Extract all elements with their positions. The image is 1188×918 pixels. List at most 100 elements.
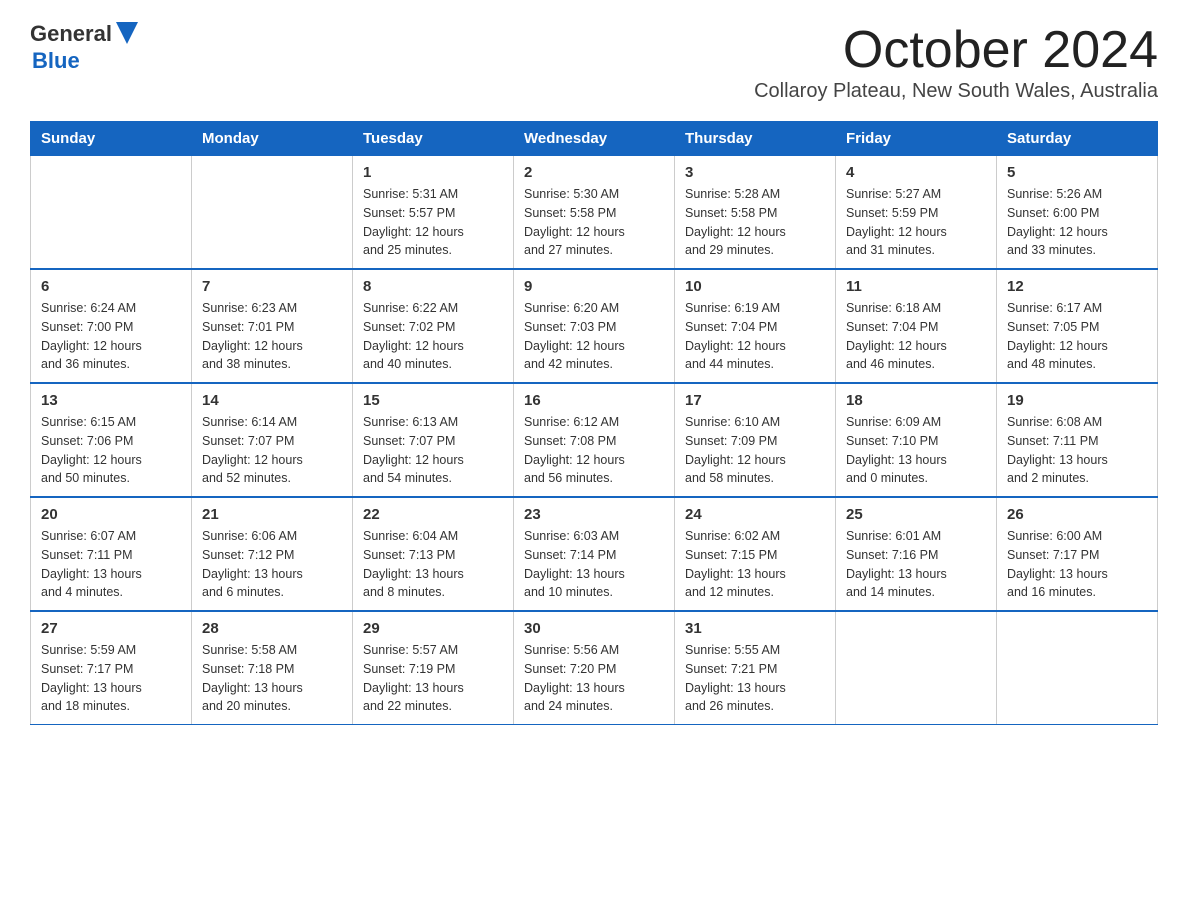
day-number: 28 [202, 620, 342, 637]
day-info: Sunrise: 6:24 AM Sunset: 7:00 PM Dayligh… [41, 299, 181, 374]
day-number: 17 [685, 392, 825, 409]
day-info: Sunrise: 6:01 AM Sunset: 7:16 PM Dayligh… [846, 527, 986, 602]
calendar-cell: 10 Sunrise: 6:19 AM Sunset: 7:04 PM Dayli… [675, 269, 836, 383]
calendar-cell: 31 Sunrise: 5:55 AM Sunset: 7:21 PM Dayli… [675, 611, 836, 725]
day-number: 12 [1007, 278, 1147, 295]
day-info: Sunrise: 6:17 AM Sunset: 7:05 PM Dayligh… [1007, 299, 1147, 374]
calendar-cell: 15 Sunrise: 6:13 AM Sunset: 7:07 PM Dayli… [353, 383, 514, 497]
logo: General Blue [30, 20, 138, 73]
day-info: Sunrise: 5:28 AM Sunset: 5:58 PM Dayligh… [685, 185, 825, 260]
calendar-header-monday: Monday [192, 122, 353, 156]
calendar-header-wednesday: Wednesday [514, 122, 675, 156]
day-number: 23 [524, 506, 664, 523]
day-number: 21 [202, 506, 342, 523]
calendar-header-tuesday: Tuesday [353, 122, 514, 156]
day-info: Sunrise: 6:02 AM Sunset: 7:15 PM Dayligh… [685, 527, 825, 602]
page-subtitle: Collaroy Plateau, New South Wales, Austr… [754, 80, 1158, 103]
calendar-cell: 23 Sunrise: 6:03 AM Sunset: 7:14 PM Dayli… [514, 497, 675, 611]
calendar-cell: 30 Sunrise: 5:56 AM Sunset: 7:20 PM Dayli… [514, 611, 675, 725]
calendar-cell: 29 Sunrise: 5:57 AM Sunset: 7:19 PM Dayli… [353, 611, 514, 725]
day-number: 10 [685, 278, 825, 295]
calendar-cell: 25 Sunrise: 6:01 AM Sunset: 7:16 PM Dayli… [836, 497, 997, 611]
day-info: Sunrise: 6:13 AM Sunset: 7:07 PM Dayligh… [363, 413, 503, 488]
day-info: Sunrise: 6:20 AM Sunset: 7:03 PM Dayligh… [524, 299, 664, 374]
day-number: 4 [846, 164, 986, 181]
day-info: Sunrise: 5:59 AM Sunset: 7:17 PM Dayligh… [41, 641, 181, 716]
calendar-week-row: 1 Sunrise: 5:31 AM Sunset: 5:57 PM Daylig… [31, 156, 1158, 270]
day-info: Sunrise: 6:14 AM Sunset: 7:07 PM Dayligh… [202, 413, 342, 488]
calendar-cell: 21Sunrise: 6:06 AM Sunset: 7:12 PM Dayli… [192, 497, 353, 611]
calendar-cell: 4 Sunrise: 5:27 AM Sunset: 5:59 PM Daylig… [836, 156, 997, 270]
day-info: Sunrise: 5:56 AM Sunset: 7:20 PM Dayligh… [524, 641, 664, 716]
calendar-cell: 9Sunrise: 6:20 AM Sunset: 7:03 PM Daylig… [514, 269, 675, 383]
calendar-week-row: 6Sunrise: 6:24 AM Sunset: 7:00 PM Daylig… [31, 269, 1158, 383]
calendar-cell: 20 Sunrise: 6:07 AM Sunset: 7:11 PM Dayli… [31, 497, 192, 611]
day-number: 22 [363, 506, 503, 523]
calendar-week-row: 27 Sunrise: 5:59 AM Sunset: 7:17 PM Dayli… [31, 611, 1158, 725]
day-number: 29 [363, 620, 503, 637]
day-info: Sunrise: 5:58 AM Sunset: 7:18 PM Dayligh… [202, 641, 342, 716]
day-number: 3 [685, 164, 825, 181]
page-title: October 2024 [754, 20, 1158, 80]
day-info: Sunrise: 6:08 AM Sunset: 7:11 PM Dayligh… [1007, 413, 1147, 488]
day-info: Sunrise: 6:04 AM Sunset: 7:13 PM Dayligh… [363, 527, 503, 602]
day-info: Sunrise: 6:12 AM Sunset: 7:08 PM Dayligh… [524, 413, 664, 488]
day-number: 7 [202, 278, 342, 295]
day-number: 15 [363, 392, 503, 409]
day-number: 26 [1007, 506, 1147, 523]
day-number: 2 [524, 164, 664, 181]
calendar-header-thursday: Thursday [675, 122, 836, 156]
day-number: 25 [846, 506, 986, 523]
calendar-header-friday: Friday [836, 122, 997, 156]
calendar-cell [31, 156, 192, 270]
calendar-cell: 22 Sunrise: 6:04 AM Sunset: 7:13 PM Dayli… [353, 497, 514, 611]
day-info: Sunrise: 6:00 AM Sunset: 7:17 PM Dayligh… [1007, 527, 1147, 602]
day-info: Sunrise: 6:22 AM Sunset: 7:02 PM Dayligh… [363, 299, 503, 374]
day-info: Sunrise: 6:15 AM Sunset: 7:06 PM Dayligh… [41, 413, 181, 488]
day-number: 18 [846, 392, 986, 409]
day-info: Sunrise: 6:07 AM Sunset: 7:11 PM Dayligh… [41, 527, 181, 602]
day-info: Sunrise: 5:57 AM Sunset: 7:19 PM Dayligh… [363, 641, 503, 716]
day-info: Sunrise: 6:19 AM Sunset: 7:04 PM Dayligh… [685, 299, 825, 374]
page-header: General Blue October 2024 Collaroy Plate… [30, 20, 1158, 115]
calendar-cell: 17 Sunrise: 6:10 AM Sunset: 7:09 PM Dayli… [675, 383, 836, 497]
day-info: Sunrise: 5:27 AM Sunset: 5:59 PM Dayligh… [846, 185, 986, 260]
calendar-header-saturday: Saturday [997, 122, 1158, 156]
calendar-cell: 27 Sunrise: 5:59 AM Sunset: 7:17 PM Dayli… [31, 611, 192, 725]
calendar-cell: 3 Sunrise: 5:28 AM Sunset: 5:58 PM Daylig… [675, 156, 836, 270]
day-number: 20 [41, 506, 181, 523]
day-number: 16 [524, 392, 664, 409]
calendar-cell [997, 611, 1158, 725]
day-info: Sunrise: 6:18 AM Sunset: 7:04 PM Dayligh… [846, 299, 986, 374]
calendar-cell: 7 Sunrise: 6:23 AM Sunset: 7:01 PM Daylig… [192, 269, 353, 383]
day-number: 19 [1007, 392, 1147, 409]
calendar-cell: 2Sunrise: 5:30 AM Sunset: 5:58 PM Daylig… [514, 156, 675, 270]
calendar-cell: 5 Sunrise: 5:26 AM Sunset: 6:00 PM Daylig… [997, 156, 1158, 270]
calendar-week-row: 20 Sunrise: 6:07 AM Sunset: 7:11 PM Dayli… [31, 497, 1158, 611]
day-number: 30 [524, 620, 664, 637]
calendar-cell: 8Sunrise: 6:22 AM Sunset: 7:02 PM Daylig… [353, 269, 514, 383]
calendar-cell: 16 Sunrise: 6:12 AM Sunset: 7:08 PM Dayli… [514, 383, 675, 497]
calendar-cell: 14 Sunrise: 6:14 AM Sunset: 7:07 PM Dayli… [192, 383, 353, 497]
day-number: 1 [363, 164, 503, 181]
calendar-cell: 18Sunrise: 6:09 AM Sunset: 7:10 PM Dayli… [836, 383, 997, 497]
day-info: Sunrise: 5:26 AM Sunset: 6:00 PM Dayligh… [1007, 185, 1147, 260]
day-number: 11 [846, 278, 986, 295]
day-info: Sunrise: 5:31 AM Sunset: 5:57 PM Dayligh… [363, 185, 503, 260]
day-info: Sunrise: 5:55 AM Sunset: 7:21 PM Dayligh… [685, 641, 825, 716]
calendar-cell: 6Sunrise: 6:24 AM Sunset: 7:00 PM Daylig… [31, 269, 192, 383]
day-number: 13 [41, 392, 181, 409]
day-number: 27 [41, 620, 181, 637]
calendar-cell: 13 Sunrise: 6:15 AM Sunset: 7:06 PM Dayli… [31, 383, 192, 497]
day-number: 31 [685, 620, 825, 637]
logo-triangle-icon [116, 22, 138, 44]
calendar-cell: 28 Sunrise: 5:58 AM Sunset: 7:18 PM Dayli… [192, 611, 353, 725]
day-info: Sunrise: 6:23 AM Sunset: 7:01 PM Dayligh… [202, 299, 342, 374]
day-number: 14 [202, 392, 342, 409]
day-number: 5 [1007, 164, 1147, 181]
day-number: 24 [685, 506, 825, 523]
day-info: Sunrise: 6:10 AM Sunset: 7:09 PM Dayligh… [685, 413, 825, 488]
calendar-week-row: 13 Sunrise: 6:15 AM Sunset: 7:06 PM Dayli… [31, 383, 1158, 497]
day-info: Sunrise: 6:03 AM Sunset: 7:14 PM Dayligh… [524, 527, 664, 602]
logo-blue: Blue [32, 49, 138, 73]
